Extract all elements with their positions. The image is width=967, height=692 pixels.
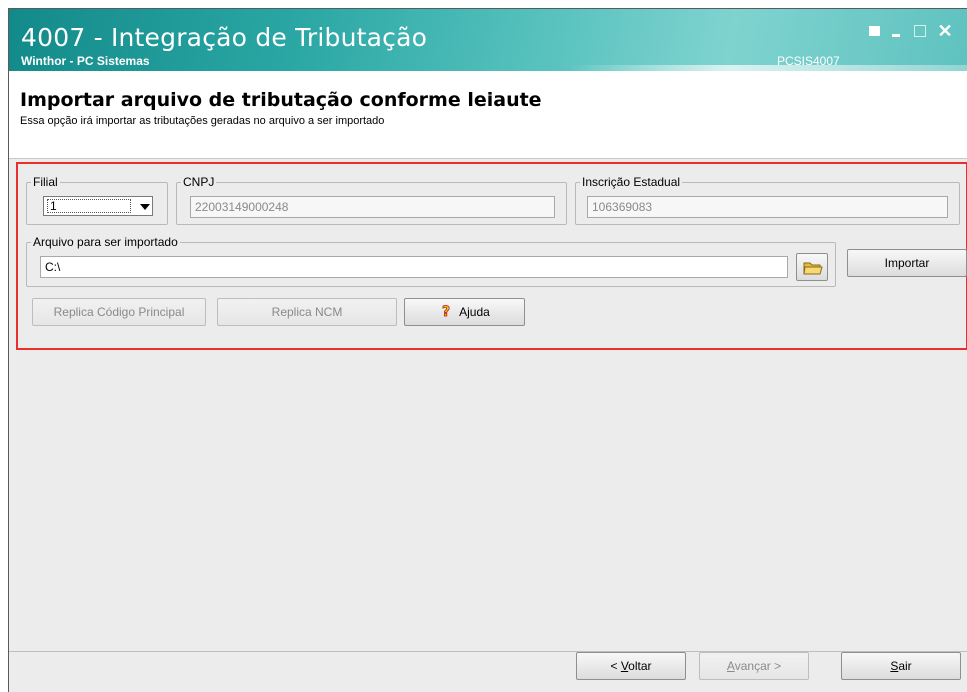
cnpj-field[interactable]: 22003149000248 [190,196,555,218]
routine-code: PCSIS4007 [777,54,840,68]
cnpj-label: CNPJ [183,175,215,189]
minimize-icon[interactable] [889,23,905,39]
title-bar: 4007 - Integração de Tributação Winthor … [9,9,967,71]
arquivo-field[interactable]: C:\ [40,256,788,278]
sair-button[interactable]: Sair [841,652,961,680]
replica-ncm-button[interactable]: Replica NCM [217,298,397,326]
filial-select[interactable]: 1 [43,196,153,216]
header-panel: Importar arquivo de tributação conforme … [9,71,967,159]
inscricao-label: Inscrição Estadual [582,175,681,189]
voltar-rest: oltar [628,659,652,673]
window-subtitle: Winthor - PC Sistemas [21,54,150,68]
ajuda-label: Ajuda [459,305,490,319]
voltar-prefix: < [610,659,621,673]
help-icon: ? [442,304,451,318]
chevron-down-icon[interactable] [140,204,150,210]
folder-icon [803,262,823,275]
browse-folder-button[interactable] [796,253,828,281]
page-title: Importar arquivo de tributação conforme … [20,89,542,111]
window-title: 4007 - Integração de Tributação [21,23,428,52]
app-window: 4007 - Integração de Tributação Winthor … [8,8,967,692]
page-description: Essa opção irá importar as tributações g… [20,115,385,127]
filial-value: 1 [47,199,131,213]
maximize-icon[interactable] [912,23,928,39]
sair-rest: air [898,659,912,673]
inscricao-field[interactable]: 106369083 [587,196,948,218]
footer-divider [9,651,967,652]
avancar-hotkey: A [726,659,735,673]
avancar-button[interactable]: Avançar > [699,652,809,680]
importar-button[interactable]: Importar [847,249,967,277]
avancar-rest: vançar > [734,659,782,673]
close-icon[interactable]: ✕ [937,22,953,40]
voltar-button[interactable]: < Voltar [576,652,686,680]
replica-codigo-button[interactable]: Replica Código Principal [32,298,206,326]
restore-icon[interactable] [867,23,883,39]
ajuda-button[interactable]: ? Ajuda [404,298,525,326]
arquivo-label: Arquivo para ser importado [33,235,178,249]
filial-label: Filial [33,175,58,189]
svg-text:?: ? [442,304,450,318]
